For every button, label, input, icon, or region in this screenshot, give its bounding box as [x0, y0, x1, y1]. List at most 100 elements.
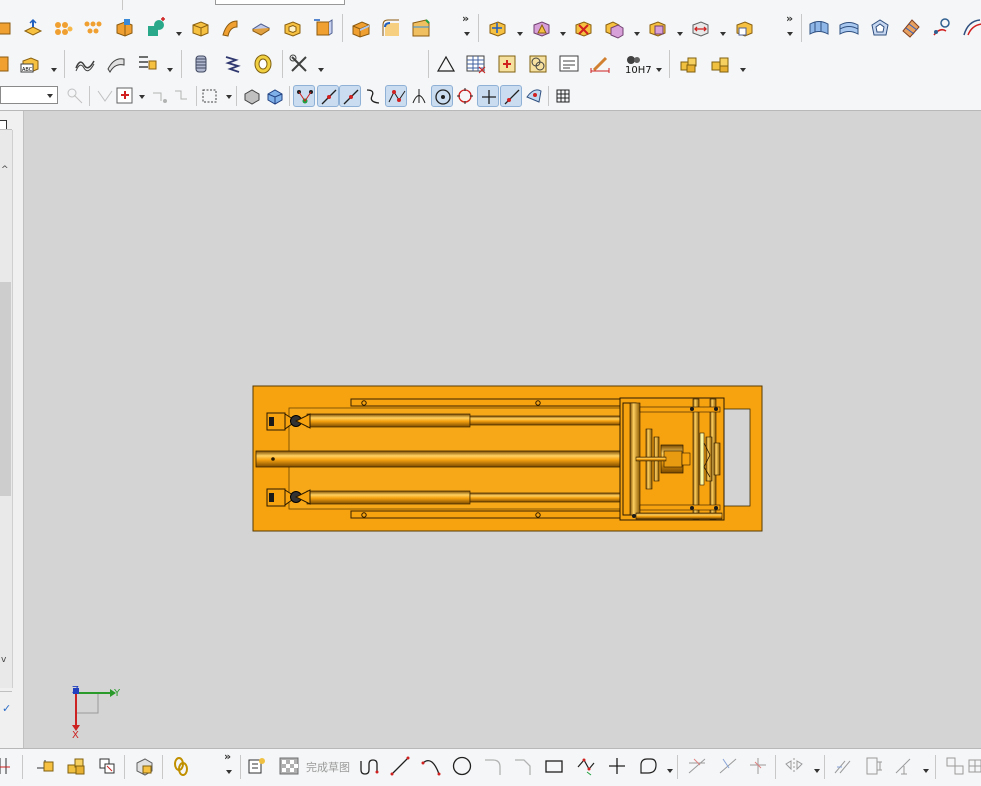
- wave-link-icon[interactable]: [34, 755, 56, 777]
- part-navigator-icon[interactable]: [133, 755, 155, 777]
- arc-icon[interactable]: [420, 755, 442, 777]
- resize-face-dropdown[interactable]: [720, 31, 726, 37]
- emboss-icon[interactable]: ABC: [19, 53, 41, 75]
- cut-face-icon[interactable]: [646, 17, 668, 39]
- rapid-dimension-icon[interactable]: [862, 755, 884, 777]
- offset-face-icon[interactable]: [350, 17, 372, 39]
- bearing-icon[interactable]: [252, 53, 274, 75]
- dimension-icon[interactable]: [589, 53, 611, 75]
- rectangle-icon[interactable]: [543, 755, 565, 777]
- snap-point-on-curve-icon[interactable]: [500, 85, 522, 107]
- component-icon[interactable]: [709, 53, 731, 75]
- geometric-constraint-icon[interactable]: [832, 755, 854, 777]
- perpendicular-dimension-icon[interactable]: [893, 755, 915, 777]
- shaded-edges-icon[interactable]: [264, 85, 286, 107]
- tools-dropdown[interactable]: [318, 67, 324, 73]
- spring-icon[interactable]: [221, 53, 243, 75]
- trim-dropdown[interactable]: [167, 67, 173, 73]
- scroll-down-arrow[interactable]: v: [1, 656, 11, 665]
- cut-face-dropdown[interactable]: [677, 31, 683, 37]
- styled-sweep-icon[interactable]: [962, 17, 981, 39]
- mirror-curve-icon[interactable]: [783, 755, 805, 777]
- note-icon[interactable]: [558, 53, 580, 75]
- tools-icon[interactable]: [288, 53, 310, 75]
- constraint-icon[interactable]: [0, 755, 14, 777]
- ruled-surface-icon[interactable]: [105, 53, 127, 75]
- replace-face-icon[interactable]: [733, 17, 755, 39]
- curve-rule-icon[interactable]: [149, 85, 171, 107]
- shapes-icon[interactable]: [145, 17, 167, 39]
- snap-quadrant-icon[interactable]: [454, 85, 476, 107]
- pattern-icon[interactable]: [52, 17, 74, 39]
- extrude-icon[interactable]: [22, 17, 44, 39]
- snap-line-icon[interactable]: [317, 85, 339, 107]
- emboss-dropdown[interactable]: [51, 67, 57, 73]
- snap-point-on-face-icon[interactable]: [523, 85, 545, 107]
- snap-curve-icon[interactable]: [362, 85, 384, 107]
- draft-icon[interactable]: [312, 17, 334, 39]
- component-dropdown[interactable]: [740, 67, 746, 73]
- quick-trim-icon[interactable]: [686, 755, 708, 777]
- circle-icon[interactable]: [451, 755, 473, 777]
- finish-sketch-label[interactable]: 完成草图: [306, 759, 350, 775]
- sketch-group-icon[interactable]: [944, 755, 966, 777]
- row1-more-dropdown[interactable]: [464, 31, 470, 37]
- n-sided-surface-icon[interactable]: [869, 17, 891, 39]
- snap-midpoint-icon[interactable]: [339, 85, 361, 107]
- snap-existing-point-icon[interactable]: [477, 85, 499, 107]
- snap-intersection-icon[interactable]: [408, 85, 430, 107]
- trim-icon[interactable]: [136, 53, 158, 75]
- chamfer-sketch-icon[interactable]: [512, 755, 534, 777]
- scroll-up-arrow[interactable]: ^: [1, 166, 11, 175]
- selection-region-dropdown[interactable]: [139, 94, 145, 100]
- row1-more-overflow-2[interactable]: »: [786, 13, 793, 24]
- snap-arc-center-icon[interactable]: [431, 85, 453, 107]
- fillet-icon[interactable]: [482, 755, 504, 777]
- line-icon[interactable]: [389, 755, 411, 777]
- chamfer-icon[interactable]: [410, 17, 432, 39]
- snap-bounded-grid-icon[interactable]: [552, 85, 574, 107]
- selection-filter-select[interactable]: [0, 86, 58, 104]
- thread-icon[interactable]: [190, 53, 212, 75]
- through-curves-icon[interactable]: [838, 17, 860, 39]
- sketch-more-dropdown[interactable]: [226, 769, 232, 775]
- add-component-icon[interactable]: [65, 755, 87, 777]
- row1-more-dropdown-2[interactable]: [787, 31, 793, 37]
- box-icon[interactable]: [189, 17, 211, 39]
- section-surface-icon[interactable]: [931, 17, 953, 39]
- sketch-task-icon[interactable]: [246, 755, 268, 777]
- block-icon[interactable]: [0, 53, 12, 75]
- rectangle-select-icon[interactable]: [199, 85, 221, 107]
- shapes-dropdown[interactable]: [176, 31, 182, 37]
- sweep-icon[interactable]: [219, 17, 241, 39]
- sketch-settings-icon[interactable]: [966, 755, 981, 777]
- assembly-icon[interactable]: [678, 53, 700, 75]
- rectangle-select-dropdown[interactable]: [226, 94, 232, 100]
- copy-face-icon[interactable]: [603, 17, 625, 39]
- snap-icon[interactable]: [94, 85, 116, 107]
- polygon-icon[interactable]: [575, 755, 597, 777]
- point-icon[interactable]: [606, 755, 628, 777]
- snap-control-point-icon[interactable]: [385, 85, 407, 107]
- pull-face-dropdown[interactable]: [560, 31, 566, 37]
- move-face-dropdown[interactable]: [517, 31, 523, 37]
- selection-region-icon[interactable]: [114, 85, 136, 107]
- copy-face-dropdown[interactable]: [634, 31, 640, 37]
- place-symbol-icon[interactable]: [496, 53, 518, 75]
- finish-sketch-icon[interactable]: [278, 755, 300, 777]
- row1-more-overflow[interactable]: »: [462, 13, 469, 24]
- profile-icon[interactable]: [358, 755, 380, 777]
- surface-icon[interactable]: [808, 17, 830, 39]
- dimension-dropdown[interactable]: [923, 768, 929, 774]
- quick-extend-icon[interactable]: [717, 755, 739, 777]
- studio-surface-icon[interactable]: [900, 17, 922, 39]
- shaded-icon[interactable]: [241, 85, 263, 107]
- grouping-icon[interactable]: [527, 53, 549, 75]
- pull-face-icon[interactable]: [530, 17, 552, 39]
- snap-endpoint-icon[interactable]: [293, 85, 315, 107]
- mirror-curve-dropdown[interactable]: [814, 768, 820, 774]
- move-face-icon[interactable]: [486, 17, 508, 39]
- model-assembly[interactable]: [252, 385, 763, 532]
- check-icon[interactable]: ✓: [2, 703, 11, 714]
- blend-icon[interactable]: [380, 17, 402, 39]
